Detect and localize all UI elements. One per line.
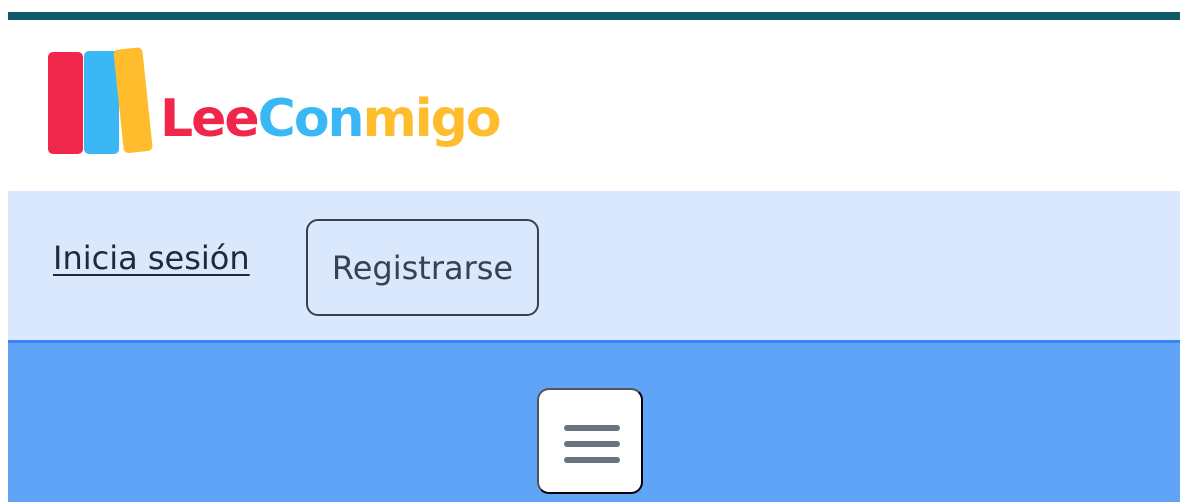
- menu-line: [564, 441, 620, 447]
- page: LeeConmigo Inicia sesión Registrarse: [0, 0, 1180, 502]
- site-header: LeeConmigo: [8, 20, 1180, 191]
- yellow-book-icon: [113, 47, 153, 154]
- top-accent-bar: [8, 12, 1180, 20]
- register-button[interactable]: Registrarse: [306, 219, 539, 316]
- menu-line: [564, 457, 620, 463]
- menu-toggle-button[interactable]: [537, 388, 643, 494]
- navigation-bar: [8, 340, 1180, 502]
- login-link[interactable]: Inicia sesión: [53, 239, 250, 277]
- books-logo-icon: [48, 47, 168, 160]
- logo-word-lee: Lee: [160, 89, 260, 149]
- logo-word-con: Con: [257, 89, 365, 149]
- menu-line: [564, 425, 620, 431]
- red-book-icon: [48, 52, 83, 154]
- hamburger-menu-icon: [564, 425, 620, 465]
- site-logo-link[interactable]: LeeConmigo: [48, 47, 528, 160]
- logo-word-migo: migo: [362, 89, 502, 149]
- authentication-bar: Inicia sesión Registrarse: [8, 191, 1180, 340]
- logo-wordmark: LeeConmigo: [160, 93, 502, 145]
- blue-book-icon: [84, 51, 119, 154]
